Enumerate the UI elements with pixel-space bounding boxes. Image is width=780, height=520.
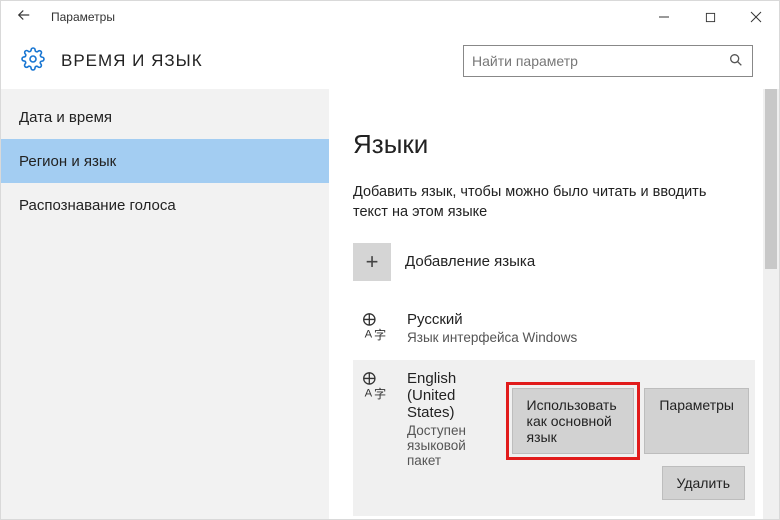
add-language-button[interactable]: + Добавление языка [353,243,755,281]
back-button[interactable] [15,6,33,29]
scrollbar[interactable] [763,89,779,519]
page-title: ВРЕМЯ И ЯЗЫК [61,51,447,71]
close-button[interactable] [733,1,779,33]
sidebar-item-label: Дата и время [19,109,112,126]
set-default-button[interactable]: Использовать как основной язык [512,388,635,454]
sidebar: Дата и время Регион и язык Распознавание… [1,89,329,519]
gear-icon [21,47,45,76]
svg-text:A: A [365,387,373,399]
main-panel: Языки Добавить язык, чтобы можно было чи… [329,89,779,519]
language-name: English (United States) [407,370,490,421]
settings-window: Параметры ВРЕМЯ И ЯЗЫК Найти параметр [0,0,780,520]
language-icon: A 字 [359,370,393,468]
language-item-russian[interactable]: A 字 Русский Язык интерфейса Windows [353,303,755,354]
search-icon [728,52,744,71]
window-controls [641,1,779,33]
language-item-english[interactable]: A 字 English (United States) Доступен язы… [353,360,755,516]
section-heading: Языки [353,129,755,160]
language-icon: A 字 [359,311,393,346]
sidebar-item-label: Распознавание голоса [19,197,176,214]
remove-button[interactable]: Удалить [662,466,745,500]
add-language-label: Добавление языка [405,253,535,270]
minimize-button[interactable] [641,1,687,33]
section-description: Добавить язык, чтобы можно было читать и… [353,182,713,223]
svg-text:字: 字 [374,386,386,400]
language-subtitle: Доступен языковой пакет [407,423,490,468]
sidebar-item-label: Регион и язык [19,153,116,170]
search-input[interactable]: Найти параметр [463,45,753,77]
sidebar-item-speech[interactable]: Распознавание голоса [1,183,329,227]
search-placeholder: Найти параметр [472,53,728,69]
language-subtitle: Язык интерфейса Windows [407,330,577,345]
plus-icon: + [353,243,391,281]
svg-text:A: A [365,328,373,340]
sidebar-item-region-language[interactable]: Регион и язык [1,139,329,183]
scrollbar-thumb[interactable] [765,89,777,269]
header: ВРЕМЯ И ЯЗЫК Найти параметр [1,33,779,89]
svg-text:字: 字 [374,327,386,341]
maximize-button[interactable] [687,1,733,33]
language-name: Русский [407,311,577,328]
options-button[interactable]: Параметры [644,388,749,454]
sidebar-item-date-time[interactable]: Дата и время [1,95,329,139]
window-title: Параметры [51,10,115,24]
titlebar: Параметры [1,1,779,33]
